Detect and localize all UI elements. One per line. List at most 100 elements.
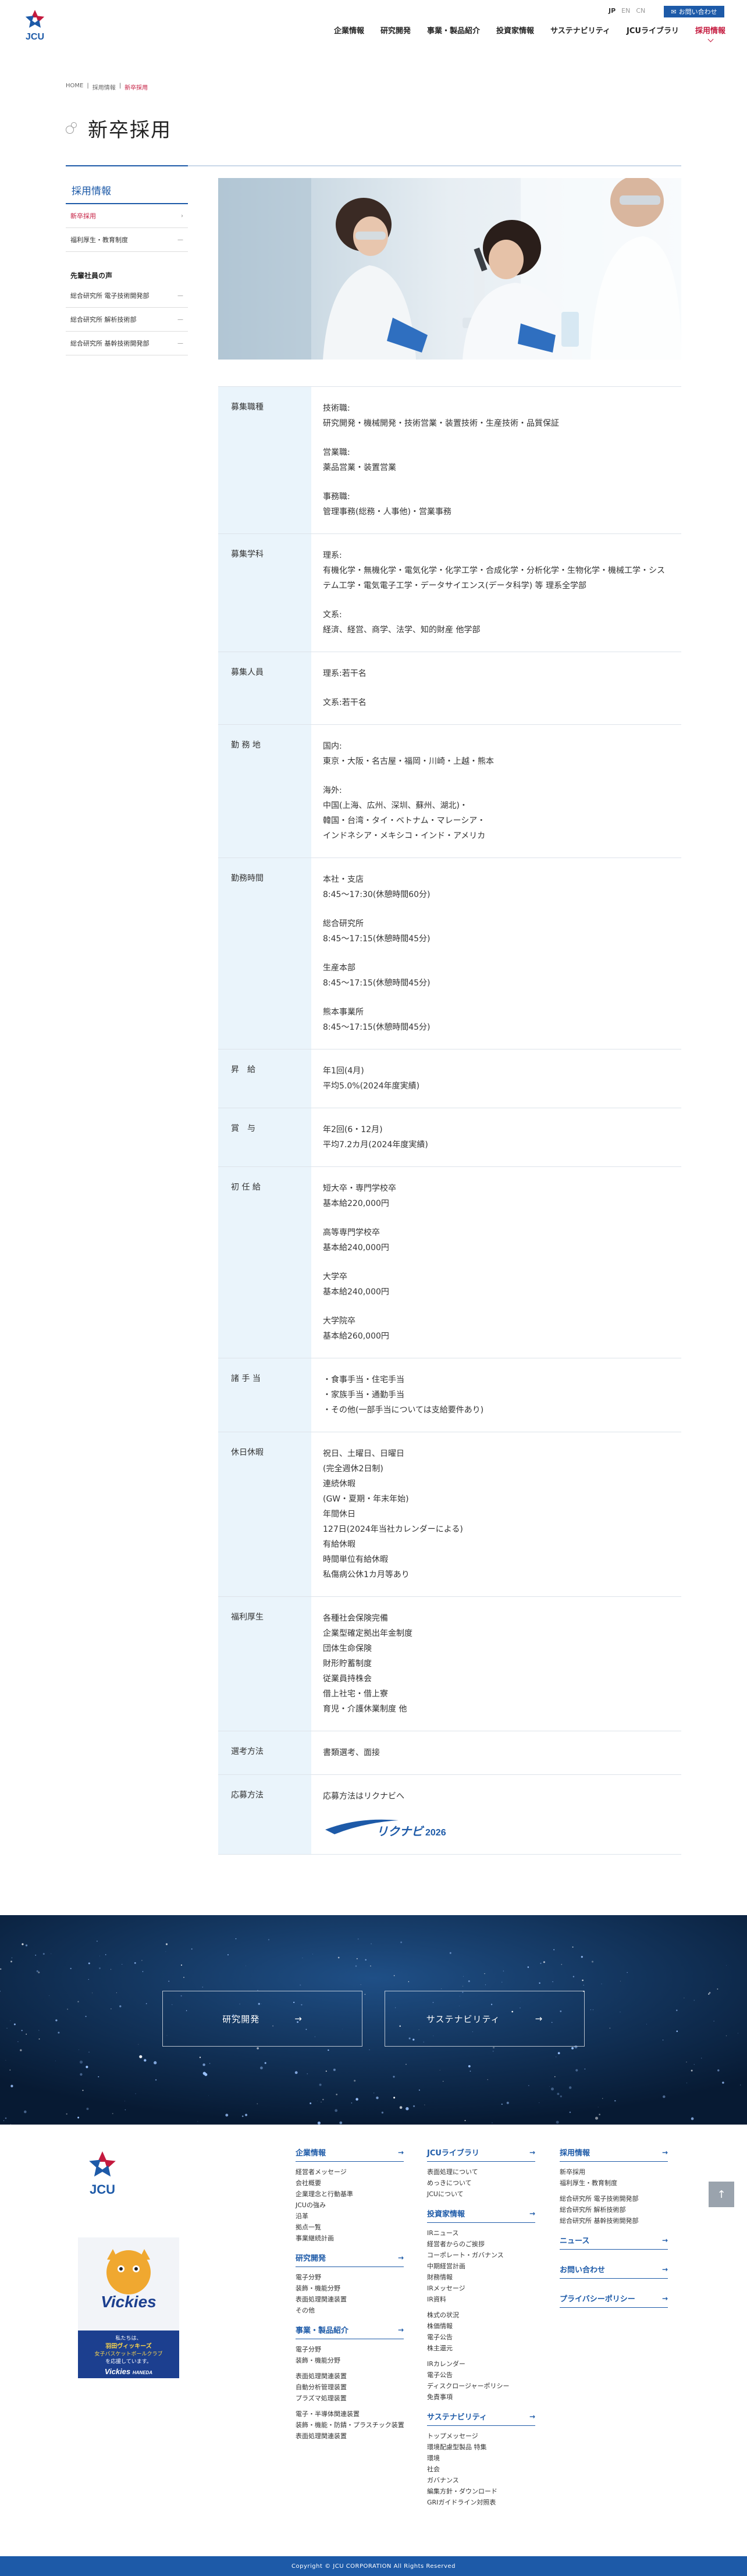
sidebar-heading[interactable]: 採用情報 — [66, 176, 188, 204]
footer-link[interactable]: その他 — [296, 2305, 404, 2316]
nav-library[interactable]: JCUライブラリ — [618, 24, 687, 35]
table-row-heading: 初 任 給 — [218, 1167, 311, 1358]
footer-link[interactable]: 総合研究所 基幹技術開発部 — [560, 2215, 668, 2226]
footer-link[interactable]: IR資料 — [427, 2294, 535, 2305]
star-particle — [400, 1941, 403, 1944]
footer-link[interactable]: GRIガイドライン対照表 — [427, 2497, 535, 2508]
footer-group-heading[interactable]: ニュース → — [560, 2235, 668, 2250]
footer-link[interactable]: 装飾・機能分野 — [296, 2355, 404, 2366]
nav-recruit[interactable]: 採用情報 — [687, 24, 734, 35]
footer-link[interactable]: 表面処理について — [427, 2166, 535, 2177]
footer-link[interactable]: 自動分析管理装置 — [296, 2382, 404, 2393]
footer-link[interactable]: 総合研究所 解析技術部 — [560, 2204, 668, 2215]
nav-investors[interactable]: 投資家情報 — [488, 24, 542, 35]
footer-link[interactable]: 電子分野 — [296, 2344, 404, 2355]
footer-link[interactable]: 中期経営計画 — [427, 2261, 535, 2272]
arrow-right-icon: → — [529, 2209, 535, 2218]
footer-link[interactable]: 株式の状況 — [427, 2310, 535, 2321]
footer-link[interactable]: 経営者からのご挨拶 — [427, 2239, 535, 2250]
footer-group-heading[interactable]: 投資家情報 → — [427, 2208, 535, 2223]
star-particle — [676, 2030, 678, 2032]
bottom-banner: 研究開発 → サステナビリティ → — [0, 1915, 747, 2125]
footer-link[interactable]: JCUの強み — [296, 2200, 404, 2211]
footer-link[interactable]: 企業理念と行動基準 — [296, 2189, 404, 2200]
footer-link[interactable]: トップメッセージ — [427, 2431, 535, 2442]
footer-group-heading[interactable]: サステナビリティ → — [427, 2411, 535, 2426]
footer-link[interactable]: ディスクロージャーポリシー — [427, 2381, 535, 2392]
jcu-logo[interactable]: JCU — [17, 8, 52, 42]
footer-link[interactable]: 会社概要 — [296, 2177, 404, 2189]
footer-link[interactable]: 総合研究所 電子技術開発部 — [560, 2193, 668, 2204]
lang-jp[interactable]: JP — [609, 7, 616, 15]
nav-research[interactable]: 研究開発 — [372, 24, 419, 35]
footer-link[interactable]: 表面処理関連装置 — [296, 2431, 404, 2442]
footer-link[interactable]: IRメッセージ — [427, 2283, 535, 2294]
footer-link[interactable]: めっきについて — [427, 2177, 535, 2189]
footer-link[interactable]: 表面処理関連装置 — [296, 2371, 404, 2382]
footer-link[interactable]: 新卒採用 — [560, 2166, 668, 2177]
banner-button-research[interactable]: 研究開発 → — [162, 1991, 362, 2047]
footer-group-heading[interactable]: 企業情報 → — [296, 2147, 404, 2162]
rikunabi-2026-link[interactable]: リクナビ 2026 — [323, 1814, 458, 1840]
value-paragraph: 海外: 中国(上海、広州、深圳、蘇州、湖北)・ 韓国・台湾・タイ・ベトナム・マレーシ… — [323, 783, 670, 844]
footer-link[interactable]: IRニュース — [427, 2228, 535, 2239]
breadcrumb-recruit[interactable]: 採用情報 — [93, 83, 116, 91]
footer-link[interactable]: コーポレート・ガバナンス — [427, 2250, 535, 2261]
footer-link[interactable]: 事業継続計画 — [296, 2233, 404, 2244]
nav-business[interactable]: 事業・製品紹介 — [419, 24, 488, 35]
value-line: 基本給220,000円 — [323, 1199, 389, 1208]
footer-link[interactable]: プラズマ処理装置 — [296, 2393, 404, 2404]
footer-link[interactable]: 装飾・機能・防錆・プラスチック装置 — [296, 2420, 404, 2431]
sidebar-item-voice-electronics[interactable]: 総合研究所 電子技術開発部 — — [66, 284, 188, 308]
sidebar-item-voice-core[interactable]: 総合研究所 基幹技術開発部 — — [66, 332, 188, 355]
footer-link[interactable]: JCUについて — [427, 2189, 535, 2200]
footer-link[interactable]: 電子・半導体関連装置 — [296, 2408, 404, 2420]
table-row-value: 短大卒・専門学校卒 基本給220,000円 高等専門学校卒 基本給240,000円 大学… — [311, 1167, 681, 1358]
lang-cn[interactable]: CN — [636, 7, 645, 15]
footer-jcu-logo[interactable]: JCU — [78, 2149, 127, 2197]
nav-company[interactable]: 企業情報 — [326, 24, 372, 35]
contact-button[interactable]: ✉ お問い合わせ — [664, 6, 724, 17]
sidebar-item-voice-analysis[interactable]: 総合研究所 解析技術部 — — [66, 308, 188, 332]
footer-link[interactable]: IRカレンダー — [427, 2358, 535, 2369]
sidebar-item-new-graduate[interactable]: 新卒採用 › — [66, 204, 188, 228]
footer-group-heading[interactable]: 事業・製品紹介 → — [296, 2324, 404, 2339]
footer-link[interactable]: 環境配慮型製品 特集 — [427, 2442, 535, 2453]
nav-sustainability[interactable]: サステナビリティ — [542, 24, 618, 35]
star-particle — [357, 1938, 359, 1940]
footer-link[interactable]: ガバナンス — [427, 2475, 535, 2486]
lang-en[interactable]: EN — [621, 7, 630, 15]
footer-link[interactable]: 免責事項 — [427, 2392, 535, 2403]
footer-link[interactable]: 経営者メッセージ — [296, 2166, 404, 2177]
footer-link[interactable]: 拠点一覧 — [296, 2222, 404, 2233]
footer-group-heading[interactable]: 採用情報 → — [560, 2147, 668, 2162]
footer-link[interactable]: 電子公告 — [427, 2369, 535, 2381]
footer-group-heading[interactable]: JCUライブラリ → — [427, 2147, 535, 2162]
footer-link[interactable]: 環境 — [427, 2453, 535, 2464]
footer-group-heading[interactable]: プライバシーポリシー → — [560, 2293, 668, 2308]
footer-link[interactable]: 福利厚生・教育制度 — [560, 2177, 668, 2189]
footer-link[interactable]: 財務情報 — [427, 2272, 535, 2283]
sidebar-item-welfare[interactable]: 福利厚生・教育制度 — — [66, 228, 188, 252]
footer-link[interactable]: 株価情報 — [427, 2321, 535, 2332]
value-line: 財形貯蓄制度 — [323, 1659, 372, 1668]
footer-link[interactable]: 電子公告 — [427, 2332, 535, 2343]
footer-link[interactable]: 社会 — [427, 2464, 535, 2475]
banner-button-sustainability[interactable]: サステナビリティ → — [385, 1991, 585, 2047]
footer-link[interactable]: 株主還元 — [427, 2343, 535, 2354]
breadcrumb-home[interactable]: HOME — [66, 83, 83, 91]
footer-link[interactable]: 電子分野 — [296, 2272, 404, 2283]
value-paragraph: 大学卒 基本給240,000円 — [323, 1269, 670, 1300]
value-paragraph: 祝日、土曜日、日曜日 (完全週休2日制) 連続休暇 (GW・夏期・年末年始) 年間休日 1… — [323, 1446, 670, 1582]
footer-group-heading[interactable]: お問い合わせ → — [560, 2264, 668, 2279]
star-particle — [88, 1979, 89, 1980]
footer-link[interactable]: 装飾・機能分野 — [296, 2283, 404, 2294]
page-title: 新卒採用 — [66, 114, 172, 143]
footer-link[interactable]: 沿革 — [296, 2211, 404, 2222]
vickies-sponsor-banner[interactable]: Vickies 私たちは、 羽田ヴィッキーズ 女子バスケットボールクラブ を応援… — [78, 2237, 179, 2378]
footer-link[interactable]: 編集方針・ダウンロード — [427, 2486, 535, 2497]
footer-group-heading[interactable]: 研究開発 → — [296, 2252, 404, 2267]
back-to-top-button[interactable]: ↑ — [709, 2182, 734, 2207]
footer-link[interactable]: 表面処理関連装置 — [296, 2294, 404, 2305]
star-particle — [99, 1967, 101, 1969]
